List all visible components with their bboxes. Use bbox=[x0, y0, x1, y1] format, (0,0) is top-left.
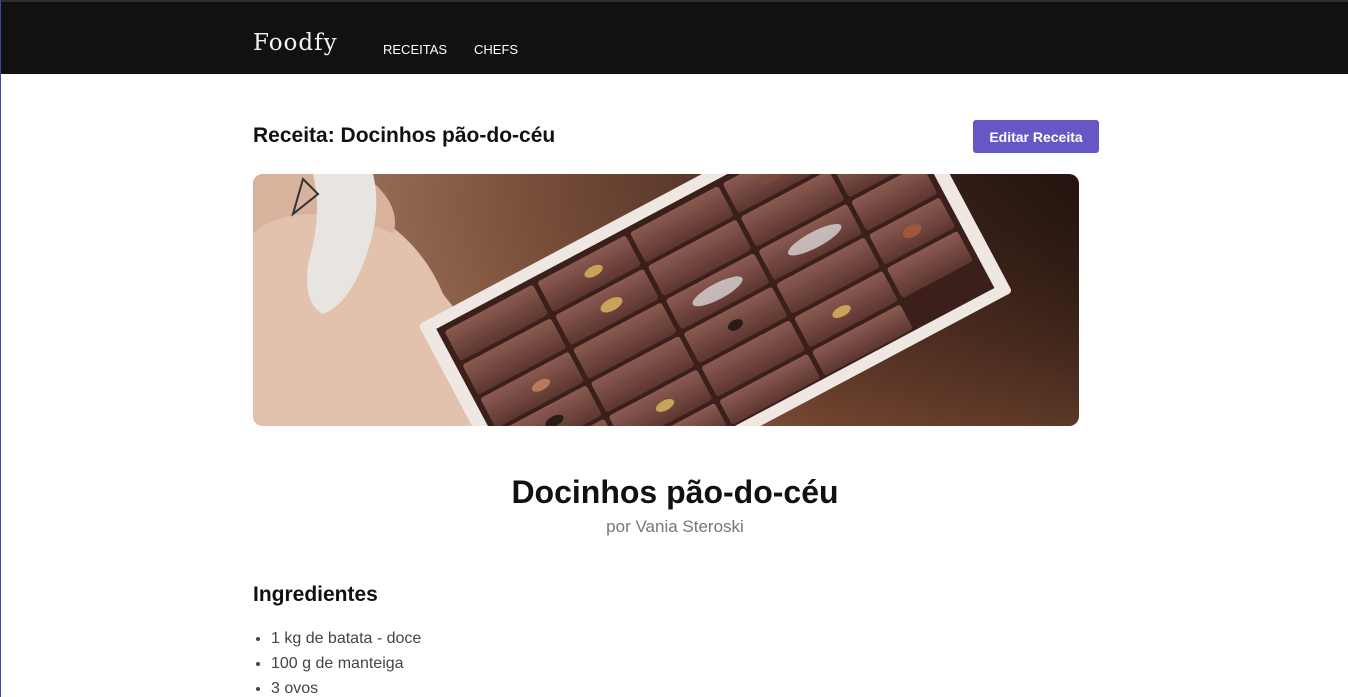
nav-link-receitas[interactable]: RECEITAS bbox=[383, 42, 447, 57]
recipe-photo bbox=[253, 174, 1079, 426]
recipe-image bbox=[253, 174, 1079, 426]
page-heading: Receita: Docinhos pão-do-céu bbox=[253, 124, 556, 147]
edit-recipe-button[interactable]: Editar Receita bbox=[973, 120, 1099, 153]
ingredients-list: 1 kg de batata - doce 100 g de manteiga … bbox=[253, 626, 421, 697]
recipe-author: por Vania Steroski bbox=[606, 517, 744, 536]
ingredients-title: Ingredientes bbox=[253, 583, 378, 606]
list-item: 100 g de manteiga bbox=[271, 651, 421, 676]
site-logo[interactable]: Foodfy bbox=[253, 30, 338, 56]
list-item: 1 kg de batata - doce bbox=[271, 626, 421, 651]
nav-link-chefs[interactable]: CHEFS bbox=[474, 42, 518, 57]
top-navbar: Foodfy RECEITAS CHEFS bbox=[1, 0, 1348, 74]
list-item: 3 ovos bbox=[271, 676, 421, 697]
recipe-title: Docinhos pão-do-céu bbox=[511, 474, 839, 510]
